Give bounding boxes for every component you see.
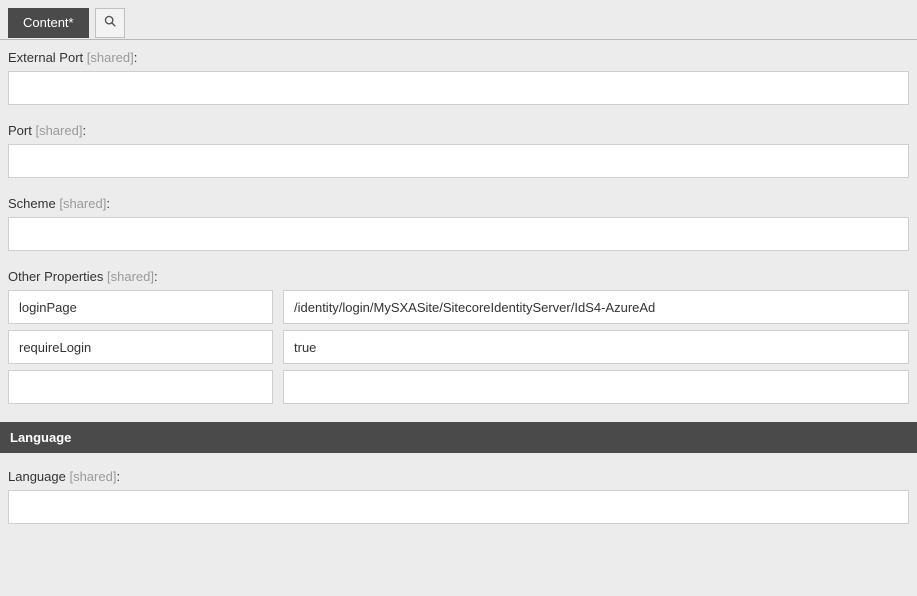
kv-value-input[interactable] — [283, 290, 909, 324]
field-port: Port [shared]: — [8, 123, 909, 178]
colon: : — [116, 469, 120, 484]
field-label: Port [shared]: — [8, 123, 909, 138]
search-button[interactable] — [95, 8, 125, 38]
colon: : — [134, 50, 138, 65]
tab-bar: Content* — [0, 0, 917, 40]
field-label: Language [shared]: — [8, 469, 909, 484]
kv-value-input[interactable] — [283, 370, 909, 404]
field-language: Language [shared]: — [8, 469, 909, 524]
field-other-properties: Other Properties [shared]: — [8, 269, 909, 404]
field-external-port: External Port [shared]: — [8, 50, 909, 105]
scheme-input[interactable] — [8, 217, 909, 251]
shared-suffix: [shared] — [69, 469, 116, 484]
shared-suffix: [shared] — [87, 50, 134, 65]
section-title: Language — [10, 430, 71, 445]
shared-suffix: [shared] — [107, 269, 154, 284]
label-text: Other Properties — [8, 269, 103, 284]
kv-row — [8, 330, 909, 364]
section-body-language: Language [shared]: — [8, 453, 909, 524]
label-text: Port — [8, 123, 32, 138]
section-header-language[interactable]: Language — [0, 422, 917, 453]
colon: : — [82, 123, 86, 138]
kv-row — [8, 290, 909, 324]
kv-value-input[interactable] — [283, 330, 909, 364]
external-port-input[interactable] — [8, 71, 909, 105]
port-input[interactable] — [8, 144, 909, 178]
kv-key-input[interactable] — [8, 370, 273, 404]
search-icon — [103, 14, 117, 31]
language-input[interactable] — [8, 490, 909, 524]
other-properties-grid — [8, 290, 909, 404]
label-text: Scheme — [8, 196, 56, 211]
field-label: Other Properties [shared]: — [8, 269, 909, 284]
colon: : — [154, 269, 158, 284]
shared-suffix: [shared] — [59, 196, 106, 211]
tab-content[interactable]: Content* — [8, 8, 89, 38]
field-label: External Port [shared]: — [8, 50, 909, 65]
kv-key-input[interactable] — [8, 290, 273, 324]
colon: : — [106, 196, 110, 211]
content-panel: External Port [shared]: Port [shared]: S… — [0, 40, 917, 562]
kv-row — [8, 370, 909, 404]
kv-key-input[interactable] — [8, 330, 273, 364]
shared-suffix: [shared] — [35, 123, 82, 138]
label-text: External Port — [8, 50, 83, 65]
label-text: Language — [8, 469, 66, 484]
field-scheme: Scheme [shared]: — [8, 196, 909, 251]
tab-content-label: Content* — [23, 15, 74, 30]
field-label: Scheme [shared]: — [8, 196, 909, 211]
